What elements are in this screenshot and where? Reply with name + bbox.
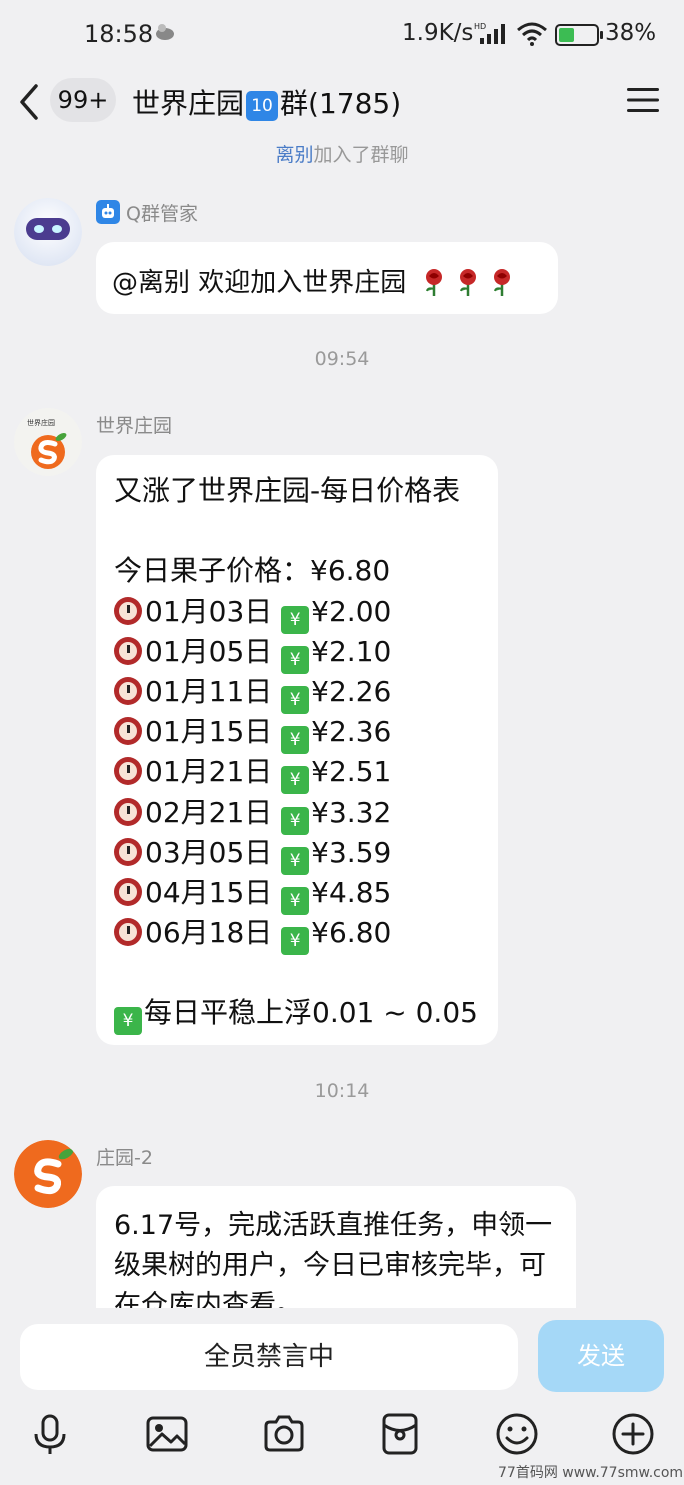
join-notice: 离别加入了群聊: [0, 140, 684, 167]
alarm-clock-icon: [114, 877, 142, 906]
alarm-clock-icon: [114, 757, 142, 786]
battery-icon: [555, 24, 603, 46]
price-footer: ¥ 每日平稳上浮0.01 ~ 0.05: [114, 993, 498, 1036]
chart-up-icon: ¥: [281, 927, 310, 956]
timestamp: 10:14: [314, 1080, 370, 1102]
network-speed: 1.9K/s: [402, 20, 474, 46]
camera-icon[interactable]: [262, 1412, 306, 1456]
group-title[interactable]: 世界庄园 10 群(1785): [132, 82, 401, 122]
message-text: 6.17号，完成活跃直推任务，申领一级果树的用户，今日已审核完毕，可在仓库内查看…: [114, 1210, 553, 1321]
message-bubble[interactable]: @离别 欢迎加入世界庄园: [96, 242, 558, 314]
notification-icon: [156, 24, 174, 40]
price-row: 01月05日 ¥ ¥2.10: [114, 632, 498, 674]
message-bubble[interactable]: 又涨了世界庄园-每日价格表 今日果子价格：¥6.80 01月03日 ¥ ¥2.00…: [96, 455, 498, 1045]
microphone-icon[interactable]: [28, 1412, 72, 1456]
message-input[interactable]: 全员禁言中: [20, 1324, 518, 1390]
chart-up-icon: ¥: [281, 645, 310, 674]
alarm-clock-icon: [114, 797, 142, 826]
rose-icon: [459, 269, 476, 296]
price-row: 01月21日 ¥ ¥2.51: [114, 752, 498, 795]
emoji-icon[interactable]: [495, 1412, 539, 1456]
join-notice-text: 加入了群聊: [313, 144, 409, 166]
menu-icon[interactable]: [626, 86, 660, 114]
sender-name: Q群管家: [96, 199, 198, 226]
signal-icon: HD: [474, 22, 505, 44]
chart-up-icon: ¥: [281, 846, 310, 875]
rose-icon: [493, 269, 510, 296]
price-row: 04月15日 ¥ ¥4.85: [114, 873, 498, 915]
alarm-clock-icon: [114, 676, 142, 705]
message-text: @离别 欢迎加入世界庄园: [112, 268, 407, 298]
chart-up-icon: ¥: [281, 726, 310, 755]
chart-up-icon: ¥: [281, 605, 310, 634]
chart-up-icon: ¥: [281, 886, 310, 915]
send-button[interactable]: 发送: [538, 1320, 664, 1392]
sender-name: 庄园-2: [96, 1147, 153, 1169]
alarm-clock-icon: [114, 837, 142, 866]
group-title-suffix: 群(1785): [280, 87, 402, 120]
image-icon[interactable]: [145, 1412, 189, 1456]
svg-text:世界庄园: 世界庄园: [27, 418, 55, 427]
joined-user-name[interactable]: 离别: [275, 144, 313, 166]
timestamp: 09:54: [314, 348, 370, 370]
bot-badge-icon: [96, 200, 120, 224]
unread-badge[interactable]: 99+: [50, 78, 116, 122]
watermark: 77首码网 www.77smw.com: [498, 1465, 684, 1481]
svg-text:HD: HD: [474, 22, 486, 31]
rose-icon: [425, 269, 442, 296]
price-table-title: 又涨了世界庄园-每日价格表: [114, 474, 461, 507]
chart-up-icon: ¥: [281, 685, 310, 714]
chart-up-icon: ¥: [114, 1007, 142, 1036]
back-icon[interactable]: [12, 80, 48, 124]
price-row: 01月15日 ¥ ¥2.36: [114, 712, 498, 755]
group-number-badge: 10: [246, 91, 279, 121]
message-bubble[interactable]: 6.17号，完成活跃直推任务，申领一级果树的用户，今日已审核完毕，可在仓库内查看…: [96, 1186, 576, 1326]
farm-avatar[interactable]: 世界庄园: [14, 408, 82, 476]
alarm-clock-icon: [114, 636, 142, 665]
farm-avatar[interactable]: [14, 1140, 82, 1208]
status-time: 18:58: [84, 20, 154, 48]
battery-percent: 38%: [605, 20, 657, 46]
plus-icon[interactable]: [611, 1412, 655, 1456]
input-panel: 全员禁言中 发送: [0, 1308, 684, 1485]
wifi-icon: [517, 22, 547, 46]
alarm-clock-icon: [114, 918, 142, 947]
chart-up-icon: ¥: [281, 806, 310, 835]
group-title-prefix: 世界庄园: [132, 87, 245, 120]
chat-header: 99+ 世界庄园 10 群(1785): [0, 66, 684, 136]
price-row: 03月05日 ¥ ¥3.59: [114, 833, 498, 875]
bot-avatar[interactable]: [14, 198, 82, 266]
alarm-clock-icon: [114, 596, 142, 625]
alarm-clock-icon: [114, 717, 142, 746]
sender-name: 世界庄园: [96, 415, 173, 437]
price-row: 01月11日 ¥ ¥2.26: [114, 672, 498, 714]
red-packet-icon[interactable]: [378, 1412, 422, 1456]
price-row: 01月03日 ¥ ¥2.00: [114, 592, 498, 634]
sender-name-text: Q群管家: [126, 203, 199, 225]
chart-up-icon: ¥: [281, 766, 310, 795]
today-price: 今日果子价格：¥6.80: [114, 554, 391, 588]
status-bar: 18:58 1.9K/s HD 38%: [0, 0, 684, 66]
price-row: 02月21日 ¥ ¥3.32: [114, 793, 498, 835]
price-row: 06月18日 ¥ ¥6.80: [114, 913, 498, 956]
